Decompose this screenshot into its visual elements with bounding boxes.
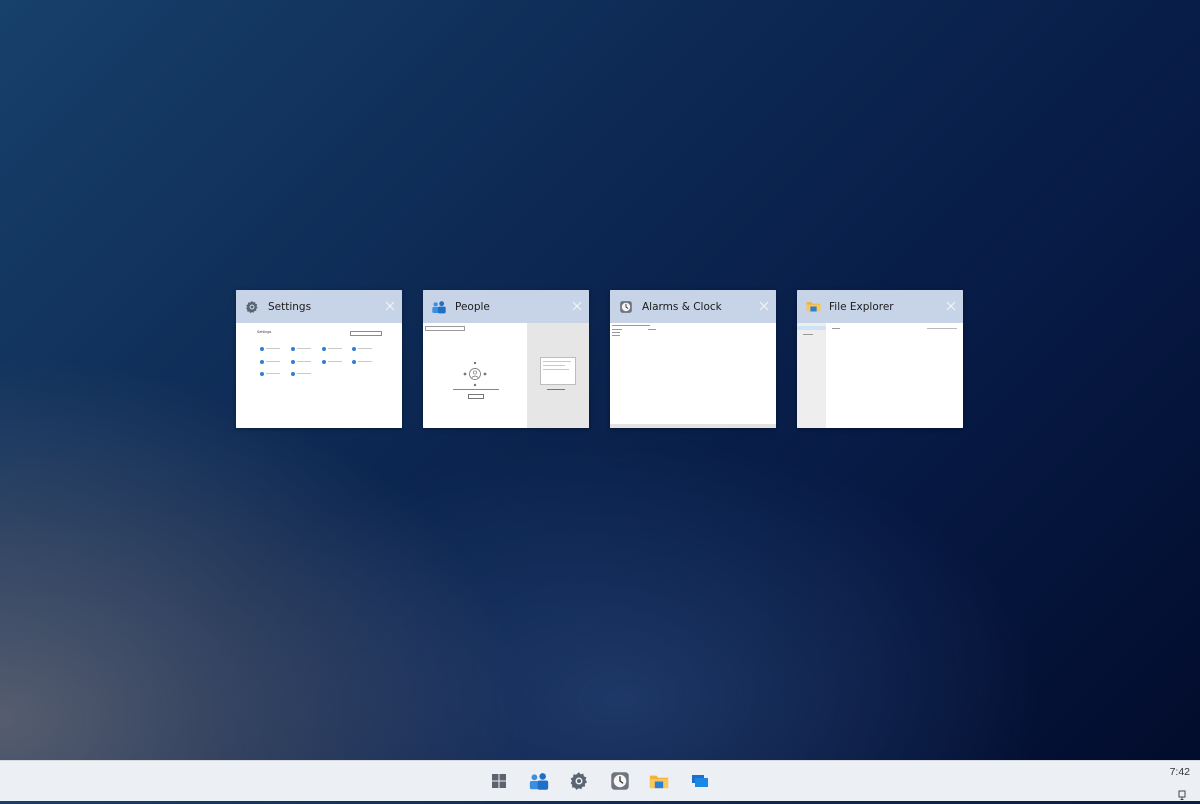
window-card-settings[interactable]: Settings Settings <box>236 290 402 428</box>
gear-icon[interactable] <box>567 769 591 793</box>
window-card-header: Alarms & Clock <box>610 290 776 323</box>
close-icon[interactable] <box>756 298 772 314</box>
window-card-header: File Explorer <box>797 290 963 323</box>
clock-icon[interactable] <box>608 769 632 793</box>
folder-icon <box>805 299 821 315</box>
window-thumbnail <box>423 323 589 428</box>
clock-icon <box>618 299 634 315</box>
window-card-file-explorer[interactable]: File Explorer <box>797 290 963 428</box>
window-card-alarms-clock[interactable]: Alarms & Clock <box>610 290 776 428</box>
window-thumbnail: Settings <box>236 323 402 428</box>
thumbnail-title: Settings <box>257 330 272 334</box>
close-icon[interactable] <box>569 298 585 314</box>
people-icon[interactable] <box>527 769 551 793</box>
people-icon <box>431 299 447 315</box>
window-thumbnail <box>610 323 776 428</box>
window-card-title: People <box>455 300 490 313</box>
taskbar-clock[interactable]: 7:42 <box>1170 766 1190 778</box>
task-view-icon[interactable] <box>688 769 712 793</box>
close-icon[interactable] <box>382 298 398 314</box>
folder-icon[interactable] <box>647 769 671 793</box>
tray-icon[interactable] <box>1178 785 1186 800</box>
window-card-title: Alarms & Clock <box>642 300 722 313</box>
windows-start-icon[interactable] <box>487 769 511 793</box>
window-card-title: Settings <box>268 300 312 313</box>
window-card-title: File Explorer <box>829 300 894 313</box>
window-card-header: People <box>423 290 589 323</box>
window-card-header: Settings <box>236 290 402 323</box>
taskbar: 7:42 <box>0 760 1200 801</box>
gear-icon <box>244 299 260 315</box>
task-view: Settings Settings People Alarms & Clock … <box>236 290 964 429</box>
close-icon[interactable] <box>943 298 959 314</box>
thumbnail-search-box <box>350 331 382 336</box>
window-card-people[interactable]: People <box>423 290 589 428</box>
window-thumbnail <box>797 323 963 428</box>
